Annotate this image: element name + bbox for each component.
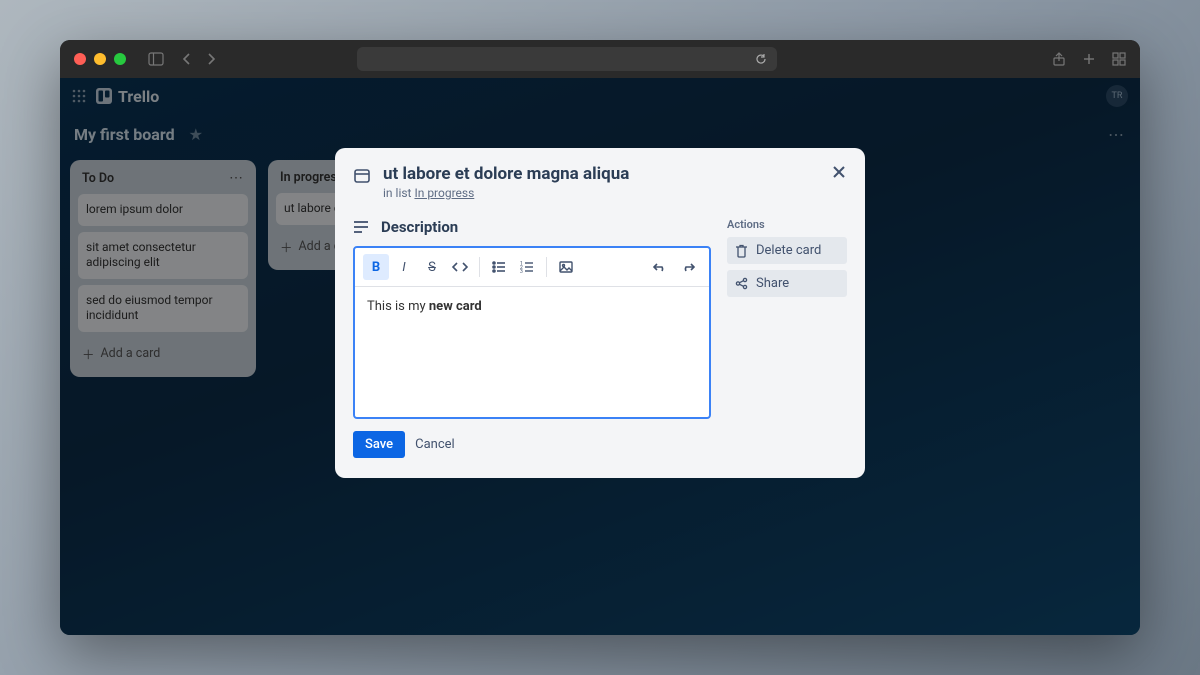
image-button[interactable] bbox=[553, 254, 579, 280]
editor-actions: Save Cancel bbox=[353, 431, 711, 458]
reload-icon[interactable] bbox=[755, 53, 767, 65]
sidebar-toggle-icon[interactable] bbox=[148, 52, 164, 66]
numbered-list-icon: 123 bbox=[520, 261, 534, 273]
browser-nav bbox=[182, 53, 216, 65]
description-editor: B I S 123 bbox=[353, 246, 711, 419]
maximize-window-button[interactable] bbox=[114, 53, 126, 65]
modal-sidebar: Actions Delete card Share bbox=[727, 218, 847, 458]
trello-app: Trello TR My first board ★ ⋯ To Do ⋯ lor… bbox=[60, 78, 1140, 635]
bullet-list-button[interactable] bbox=[486, 254, 512, 280]
browser-actions bbox=[1052, 52, 1126, 66]
browser-titlebar bbox=[60, 40, 1140, 78]
card-icon bbox=[353, 167, 371, 185]
numbered-list-button[interactable]: 123 bbox=[514, 254, 540, 280]
modal-main: Description B I S bbox=[353, 218, 711, 458]
code-icon bbox=[452, 261, 468, 273]
code-button[interactable] bbox=[447, 254, 473, 280]
share-button[interactable]: Share bbox=[727, 270, 847, 297]
browser-window: Trello TR My first board ★ ⋯ To Do ⋯ lor… bbox=[60, 40, 1140, 635]
image-icon bbox=[559, 261, 573, 273]
tabs-grid-icon[interactable] bbox=[1112, 52, 1126, 66]
description-icon bbox=[353, 220, 369, 234]
card-list-location: in list In progress bbox=[383, 186, 629, 200]
save-button[interactable]: Save bbox=[353, 431, 405, 458]
bold-button[interactable]: B bbox=[363, 254, 389, 280]
close-button[interactable] bbox=[827, 160, 851, 184]
delete-card-button[interactable]: Delete card bbox=[727, 237, 847, 264]
bullet-list-icon bbox=[492, 261, 506, 273]
close-window-button[interactable] bbox=[74, 53, 86, 65]
card-title[interactable]: ut labore et dolore magna aliqua bbox=[383, 164, 629, 184]
editor-textarea[interactable]: This is my new card bbox=[355, 287, 709, 417]
redo-icon bbox=[681, 261, 695, 273]
svg-text:3: 3 bbox=[520, 269, 523, 273]
forward-button[interactable] bbox=[206, 53, 216, 65]
url-bar[interactable] bbox=[357, 47, 777, 71]
strikethrough-button[interactable]: S bbox=[419, 254, 445, 280]
editor-toolbar: B I S 123 bbox=[355, 248, 709, 287]
modal-header: ut labore et dolore magna aliqua in list… bbox=[353, 164, 847, 200]
new-tab-icon[interactable] bbox=[1082, 52, 1096, 66]
close-icon bbox=[831, 164, 847, 180]
undo-icon bbox=[653, 261, 667, 273]
share-icon[interactable] bbox=[1052, 52, 1066, 66]
actions-label: Actions bbox=[727, 218, 847, 231]
list-link[interactable]: In progress bbox=[414, 186, 474, 200]
italic-button[interactable]: I bbox=[391, 254, 417, 280]
undo-button[interactable] bbox=[647, 254, 673, 280]
back-button[interactable] bbox=[182, 53, 192, 65]
cancel-button[interactable]: Cancel bbox=[415, 437, 455, 452]
card-detail-modal: ut labore et dolore magna aliqua in list… bbox=[335, 148, 865, 478]
description-label: Description bbox=[381, 218, 458, 236]
redo-button[interactable] bbox=[675, 254, 701, 280]
share-icon bbox=[735, 277, 748, 290]
trash-icon bbox=[735, 244, 748, 258]
minimize-window-button[interactable] bbox=[94, 53, 106, 65]
window-controls bbox=[74, 53, 126, 65]
